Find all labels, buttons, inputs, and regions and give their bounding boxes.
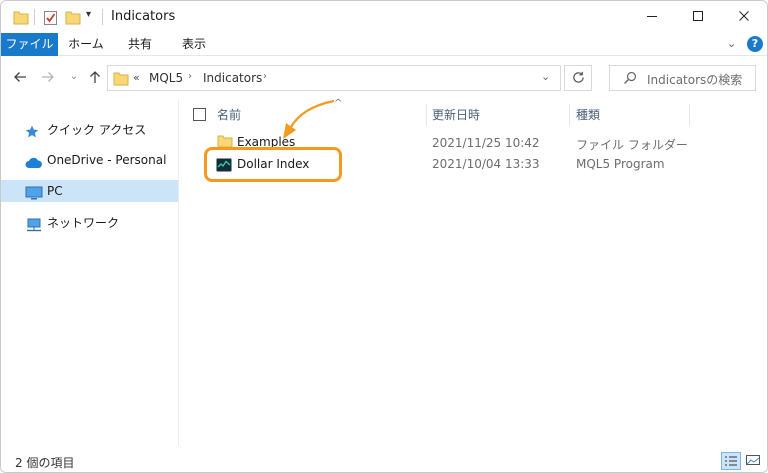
address-bar[interactable]: « MQL5 › Indicators › ⌄ — [107, 65, 561, 91]
sidebar-item-quick-access[interactable]: クイック アクセス — [1, 119, 178, 141]
sidebar-item-network[interactable]: ネットワーク — [1, 212, 178, 234]
sidebar-item-label: ネットワーク — [47, 216, 120, 230]
file-type: ファイル フォルダー — [576, 138, 688, 152]
item-count: 2 個の項目 — [15, 456, 75, 470]
new-folder-icon[interactable] — [65, 8, 81, 26]
sidebar-item-onedrive[interactable]: OneDrive - Personal — [1, 149, 178, 171]
title-bar: ▾ Indicators — [1, 1, 767, 33]
breadcrumb-overflow[interactable]: « — [133, 71, 140, 84]
expand-ribbon-icon[interactable]: ⌄ — [727, 37, 736, 50]
cloud-icon — [25, 154, 42, 168]
help-icon[interactable]: ? — [747, 36, 763, 52]
monitor-icon — [25, 185, 43, 200]
column-divider[interactable] — [689, 104, 690, 126]
minimize-button[interactable] — [629, 1, 675, 31]
tab-file[interactable]: ファイル — [1, 33, 58, 56]
breadcrumb-chevron-icon[interactable]: › — [188, 71, 192, 82]
up-button[interactable] — [86, 67, 104, 87]
window-title: Indicators — [111, 9, 176, 24]
back-button[interactable] — [11, 67, 29, 87]
address-dropdown-icon[interactable]: ⌄ — [541, 70, 550, 83]
star-pin-icon — [25, 124, 41, 138]
sidebar-item-label: PC — [47, 184, 63, 198]
column-divider[interactable] — [569, 104, 570, 126]
file-date: 2021/10/04 13:33 — [432, 157, 540, 171]
sidebar-item-label: クイック アクセス — [47, 123, 147, 137]
customize-toolbar-icon[interactable]: ▾ — [86, 9, 91, 27]
column-header-type[interactable]: 種類 — [576, 104, 600, 126]
column-header-name[interactable]: 名前 — [217, 104, 241, 126]
details-view-icon[interactable] — [721, 452, 741, 470]
folder-icon — [13, 8, 29, 26]
sidebar-item-label: OneDrive - Personal — [47, 153, 167, 167]
file-list: 名前 ^ 更新日時 種類 Examples 2021/11/25 10:42 フ… — [181, 98, 767, 446]
divider — [34, 9, 35, 25]
select-all-checkbox[interactable] — [193, 108, 206, 121]
explorer-window: ▾ Indicators ファイル ホーム 共有 表示 ⌄ ? ⌄ « MQL5… — [0, 0, 768, 473]
search-placeholder: Indicatorsの検索 — [647, 73, 743, 87]
file-type: MQL5 Program — [576, 157, 665, 171]
tab-view[interactable]: 表示 — [168, 33, 220, 56]
network-icon — [25, 217, 41, 232]
tab-home[interactable]: ホーム — [60, 33, 112, 56]
breadcrumb-indicators[interactable]: Indicators — [203, 71, 262, 85]
navigation-pane: クイック アクセス OneDrive - Personal PC ネットワーク — [1, 99, 179, 446]
status-bar: 2 個の項目 — [1, 449, 767, 472]
folder-icon — [113, 70, 129, 89]
mql5-program-icon — [216, 158, 232, 175]
divider — [102, 9, 103, 25]
properties-icon[interactable] — [43, 8, 59, 26]
search-box[interactable]: Indicatorsの検索 — [609, 65, 756, 91]
column-divider[interactable] — [426, 104, 427, 126]
ribbon-tabs: ファイル ホーム 共有 表示 ⌄ ? — [1, 33, 767, 56]
sidebar-item-pc[interactable]: PC — [1, 180, 178, 202]
callout-arrow — [283, 99, 335, 139]
recent-locations-icon[interactable]: ⌄ — [65, 67, 83, 87]
file-name[interactable]: Dollar Index — [237, 157, 309, 171]
refresh-button[interactable] — [564, 65, 592, 91]
column-header-date[interactable]: 更新日時 — [432, 104, 480, 126]
search-icon — [623, 71, 637, 88]
address-row: ⌄ « MQL5 › Indicators › ⌄ Indicatorsの検索 — [1, 57, 767, 97]
file-date: 2021/11/25 10:42 — [432, 136, 540, 150]
tab-share[interactable]: 共有 — [114, 33, 166, 56]
breadcrumb-mql5[interactable]: MQL5 — [149, 71, 183, 85]
close-button[interactable] — [721, 1, 767, 31]
breadcrumb-chevron-icon[interactable]: › — [263, 71, 267, 82]
large-icons-view-icon[interactable] — [744, 452, 764, 470]
highlight-box: Dollar Index — [204, 147, 342, 182]
forward-button[interactable] — [39, 67, 57, 87]
maximize-button[interactable] — [675, 1, 721, 31]
